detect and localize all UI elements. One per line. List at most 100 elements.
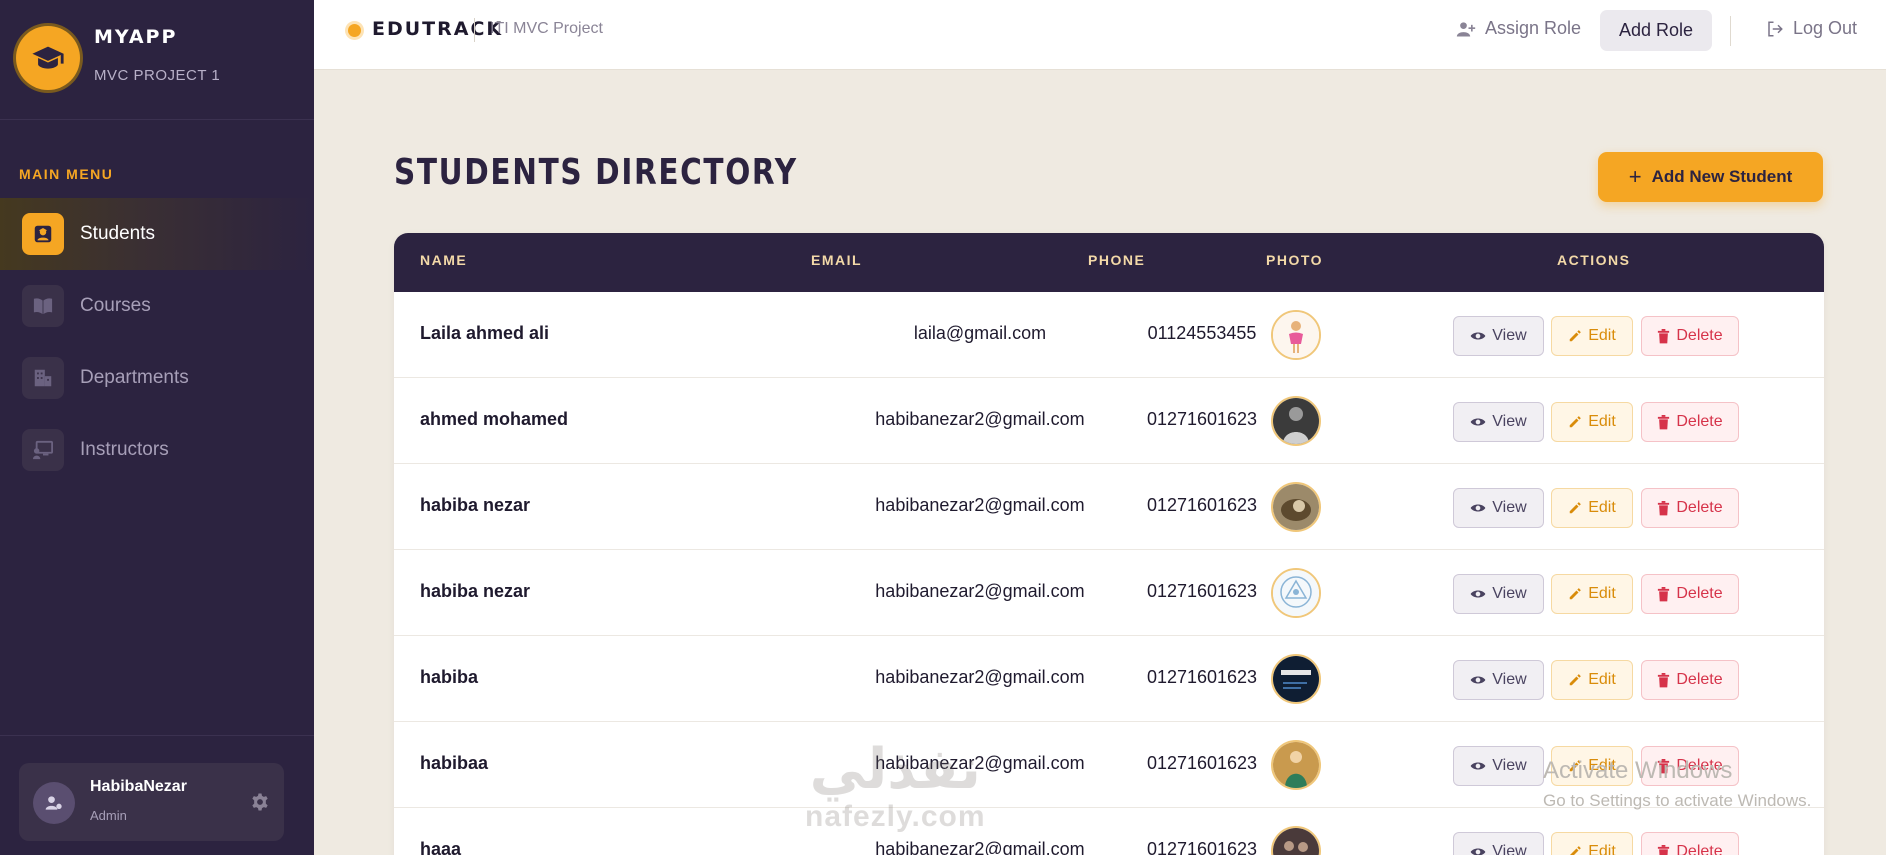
edit-button[interactable]: Edit — [1551, 488, 1633, 528]
assign-role-label: Assign Role — [1485, 18, 1582, 38]
edit-label: Edit — [1588, 413, 1616, 430]
watermark: نفذلي nafezly.com — [805, 740, 986, 834]
topbar-brand: EDUTRACK — [372, 18, 504, 40]
view-button[interactable]: View — [1453, 316, 1544, 356]
sidebar-brand: MYAPP MVC PROJECT 1 — [0, 0, 314, 120]
delete-label: Delete — [1676, 499, 1723, 516]
graduation-cap-icon — [16, 26, 80, 90]
topbar-divider — [474, 18, 475, 42]
eye-icon — [1470, 590, 1486, 598]
student-photo — [1271, 310, 1321, 360]
view-button[interactable]: View — [1453, 746, 1544, 786]
watermark-arabic: نفذلي — [809, 737, 981, 802]
delete-label: Delete — [1676, 413, 1723, 430]
student-name: habiba nezar — [420, 495, 531, 515]
sidebar-item-label: Departments — [80, 367, 189, 388]
edit-label: Edit — [1588, 843, 1616, 855]
view-button[interactable]: View — [1453, 402, 1544, 442]
student-photo — [1271, 826, 1321, 855]
table-row: ahmed mohamed habibanezar2@gmail.com 012… — [394, 378, 1824, 464]
student-name: Laila ahmed ali — [420, 323, 550, 343]
delete-label: Delete — [1676, 671, 1723, 688]
table-header: NAME EMAIL PHONE PHOTO ACTIONS — [394, 233, 1824, 292]
view-button[interactable]: View — [1453, 832, 1544, 855]
delete-button[interactable]: Delete — [1641, 488, 1739, 528]
page-title: STUDENTS DIRECTORY — [394, 152, 798, 193]
sidebar-item-label: Instructors — [80, 439, 169, 460]
edit-button[interactable]: Edit — [1551, 316, 1633, 356]
eye-icon — [1470, 762, 1486, 770]
student-photo — [1271, 740, 1321, 790]
table-row: habiba nezar habibanezar2@gmail.com 0127… — [394, 550, 1824, 636]
assign-role-button[interactable]: Assign Role — [1456, 18, 1581, 39]
eye-icon — [1470, 332, 1486, 340]
edit-label: Edit — [1588, 327, 1616, 344]
activate-windows-notice: Activate Windows Go to Settings to activ… — [1543, 757, 1811, 811]
column-header-email: EMAIL — [811, 252, 863, 268]
view-button[interactable]: View — [1453, 574, 1544, 614]
sidebar-item-label: Students — [80, 223, 155, 244]
chalkboard-icon — [22, 429, 64, 471]
table-row: habiba nezar habibanezar2@gmail.com 0127… — [394, 464, 1824, 550]
sidebar-item-students[interactable]: Students — [0, 198, 314, 270]
pencil-icon — [1570, 846, 1582, 855]
user-role: Admin — [90, 808, 127, 823]
status-dot — [348, 24, 361, 37]
student-name: haaa — [420, 839, 462, 855]
user-card: HabibaNezar Admin — [19, 763, 284, 841]
user-avatar-icon — [33, 782, 75, 824]
eye-icon — [1470, 676, 1486, 684]
trash-icon — [1658, 328, 1670, 343]
add-new-student-button[interactable]: + Add New Student — [1598, 152, 1823, 202]
view-label: View — [1492, 585, 1527, 602]
sidebar-item-instructors[interactable]: Instructors — [0, 414, 314, 486]
sidebar-item-departments[interactable]: Departments — [0, 342, 314, 414]
table-row: habiba habibanezar2@gmail.com 0127160162… — [394, 636, 1824, 722]
delete-button[interactable]: Delete — [1641, 316, 1739, 356]
column-header-actions: ACTIONS — [1557, 252, 1631, 268]
view-button[interactable]: View — [1453, 660, 1544, 700]
student-photo — [1271, 396, 1321, 446]
delete-button[interactable]: Delete — [1641, 660, 1739, 700]
topbar: EDUTRACK ITI MVC Project Assign Role Add… — [314, 0, 1886, 70]
student-name: habiba — [420, 667, 479, 687]
edit-label: Edit — [1588, 671, 1616, 688]
student-icon — [22, 213, 64, 255]
main-menu-heading: MAIN MENU — [19, 166, 114, 182]
view-label: View — [1492, 413, 1527, 430]
watermark-url: nafezly.com — [805, 800, 986, 833]
pencil-icon — [1569, 416, 1582, 428]
delete-button[interactable]: Delete — [1641, 832, 1739, 855]
delete-button[interactable]: Delete — [1641, 574, 1739, 614]
column-header-photo: PHOTO — [1266, 252, 1324, 268]
eye-icon — [1470, 418, 1486, 426]
student-name: habiba nezar — [420, 581, 531, 601]
student-name: habibaa — [420, 753, 489, 773]
table-row: haaa habibanezar2@gmail.com 01271601623 … — [394, 808, 1824, 855]
column-header-phone: PHONE — [1088, 252, 1146, 268]
sidebar-item-courses[interactable]: Courses — [0, 270, 314, 342]
logout-button[interactable]: Log Out — [1766, 18, 1857, 39]
trash-icon — [1658, 586, 1670, 601]
edit-button[interactable]: Edit — [1551, 402, 1633, 442]
edit-button[interactable]: Edit — [1551, 660, 1633, 700]
edit-button[interactable]: Edit — [1551, 574, 1633, 614]
view-button[interactable]: View — [1453, 488, 1544, 528]
delete-label: Delete — [1676, 327, 1723, 344]
table-row: Laila ahmed ali laila@gmail.com 01124553… — [394, 292, 1824, 378]
student-name: ahmed mohamed — [420, 409, 569, 429]
logout-icon — [1768, 21, 1783, 36]
book-icon — [22, 285, 64, 327]
student-photo — [1271, 568, 1321, 618]
trash-icon — [1658, 672, 1670, 687]
edit-button[interactable]: Edit — [1551, 832, 1633, 855]
gear-icon[interactable] — [247, 789, 273, 815]
building-icon — [22, 357, 64, 399]
sidebar-item-label: Courses — [80, 295, 151, 316]
add-role-button[interactable]: Add Role — [1600, 10, 1712, 51]
student-photo — [1271, 654, 1321, 704]
view-label: View — [1492, 671, 1527, 688]
view-label: View — [1492, 843, 1527, 855]
user-name: HabibaNezar — [90, 778, 187, 795]
delete-button[interactable]: Delete — [1641, 402, 1739, 442]
